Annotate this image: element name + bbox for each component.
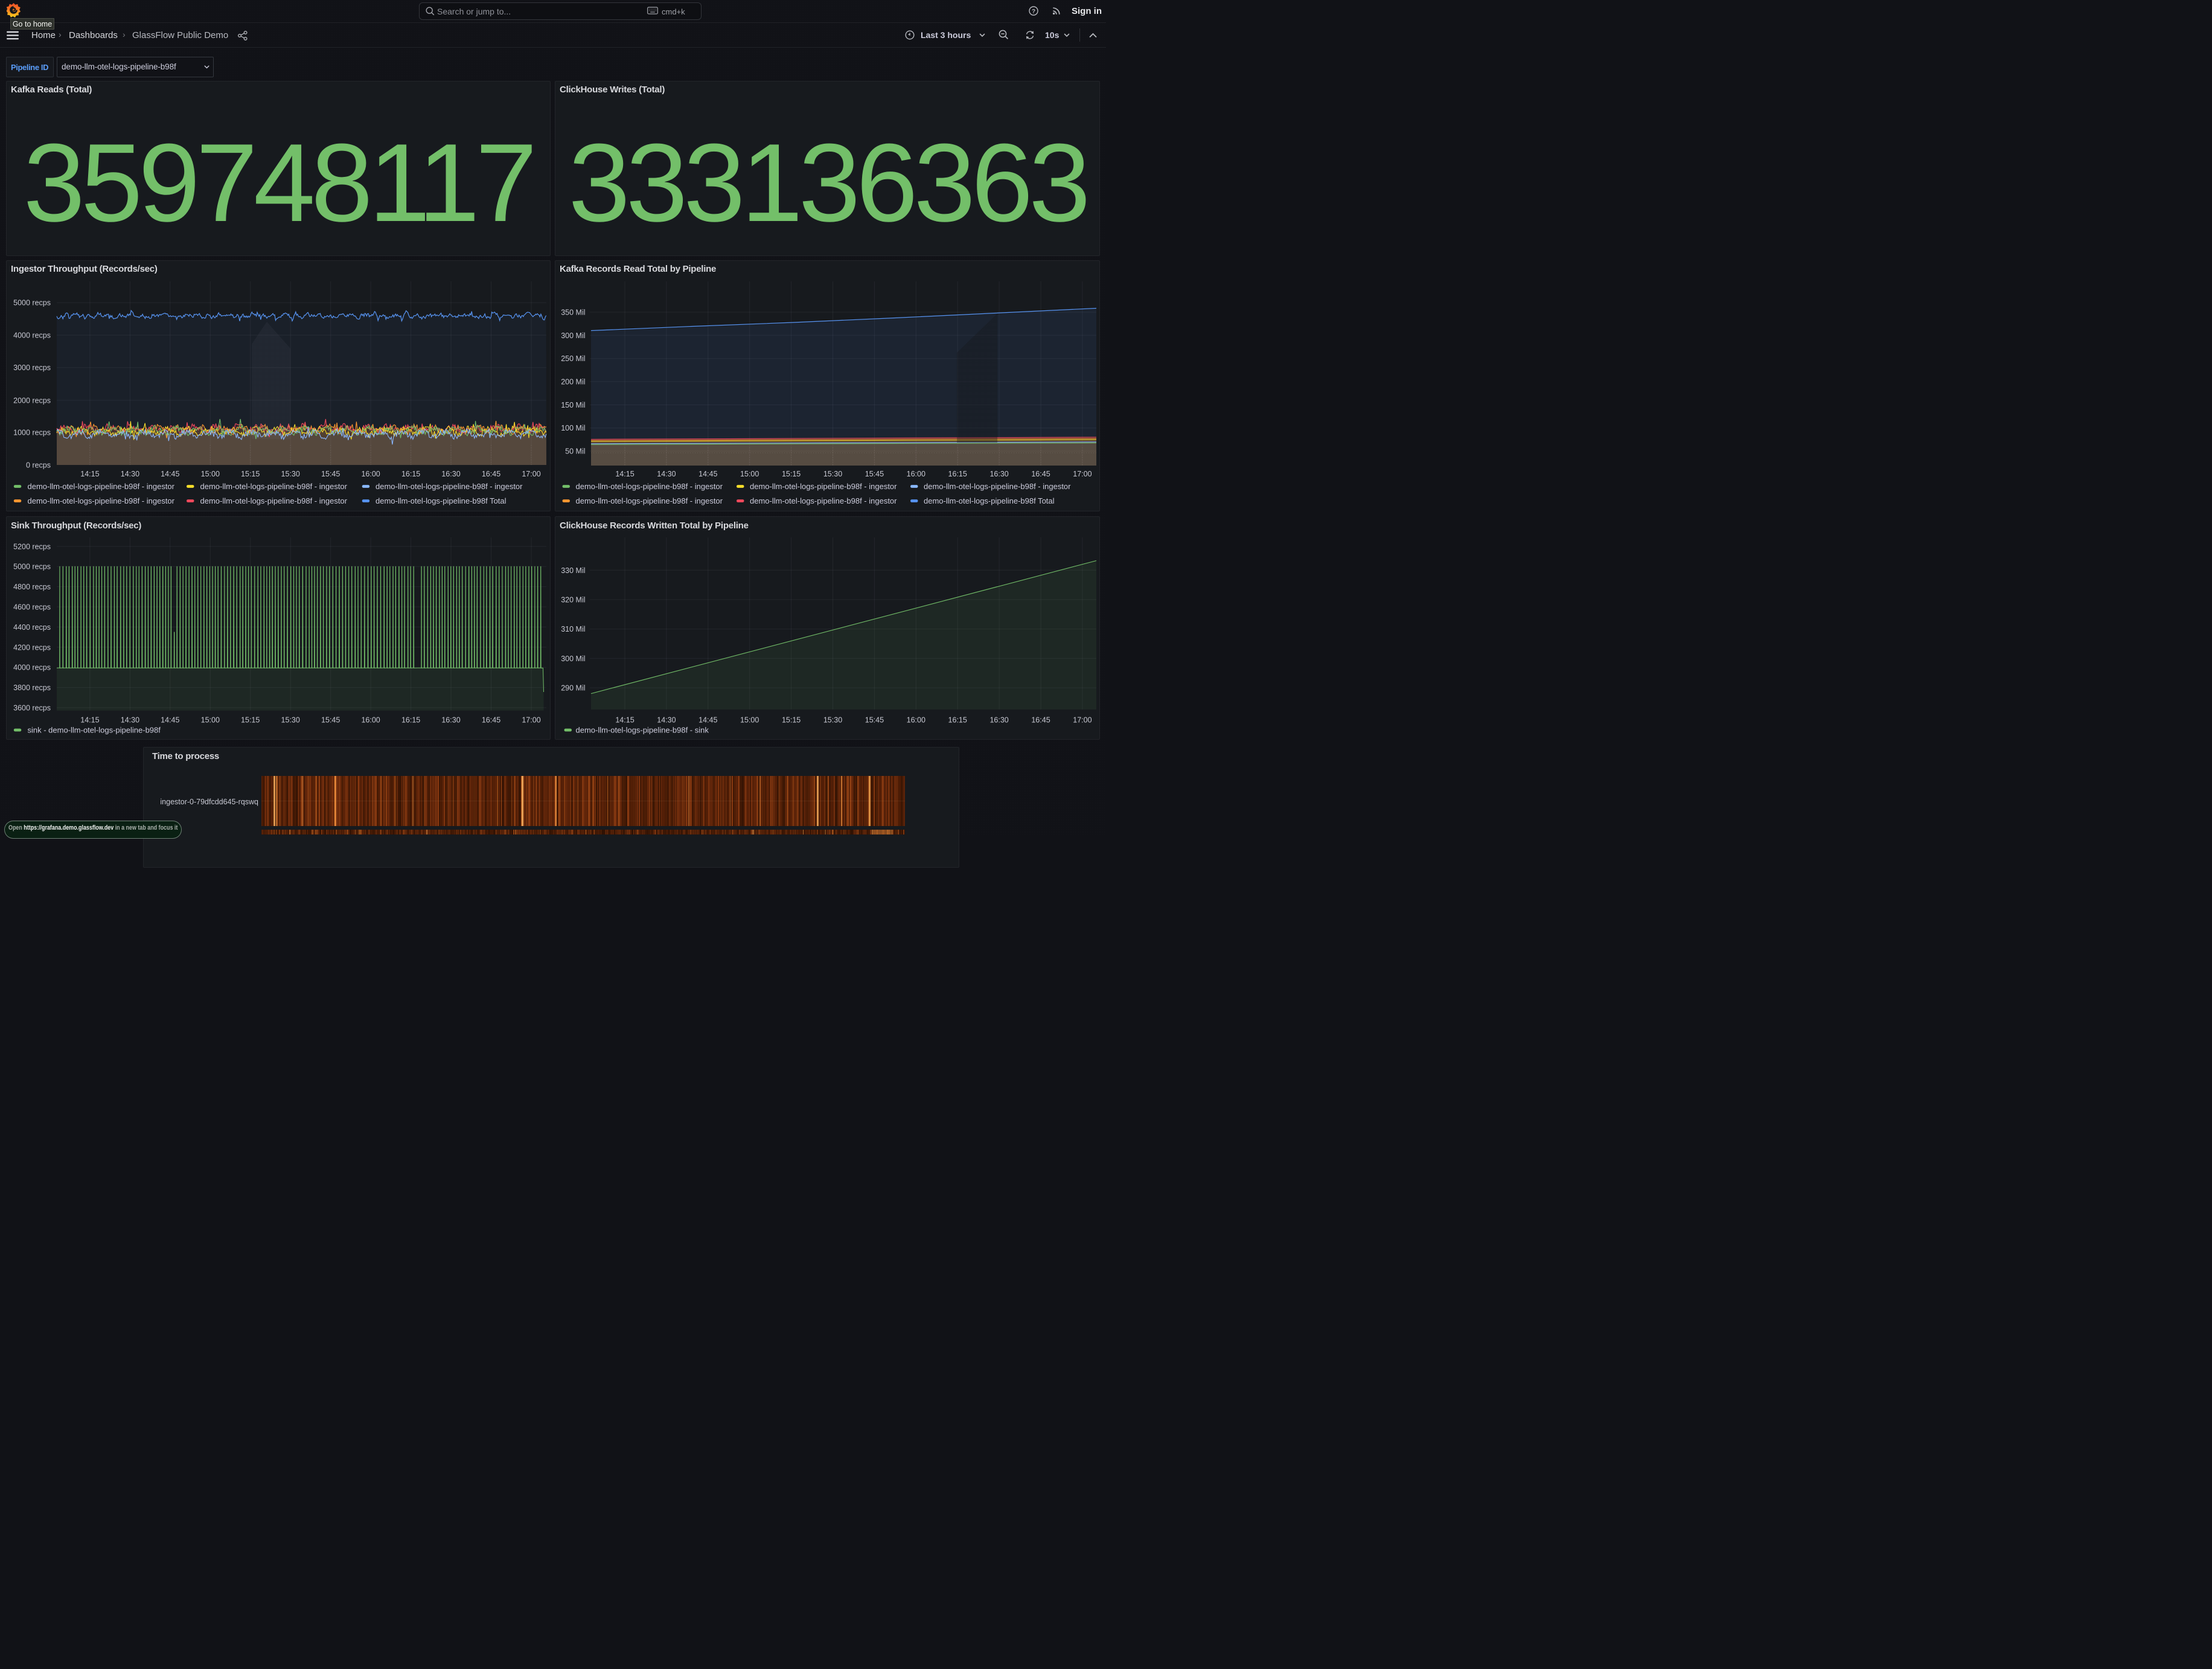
- svg-text:14:15: 14:15: [615, 470, 634, 478]
- svg-text:14:15: 14:15: [615, 716, 634, 725]
- svg-text:16:00: 16:00: [907, 470, 925, 478]
- svg-text:350 Mil: 350 Mil: [561, 309, 585, 317]
- svg-text:300 Mil: 300 Mil: [561, 655, 585, 663]
- svg-text:4600 recps: 4600 recps: [13, 603, 51, 612]
- svg-text:250 Mil: 250 Mil: [561, 354, 585, 363]
- svg-text:15:15: 15:15: [782, 716, 801, 725]
- svg-text:17:00: 17:00: [522, 716, 540, 725]
- svg-text:4800 recps: 4800 recps: [13, 583, 51, 591]
- svg-text:16:00: 16:00: [907, 716, 925, 725]
- svg-text:1000 recps: 1000 recps: [13, 429, 51, 437]
- svg-text:14:45: 14:45: [698, 470, 717, 478]
- svg-text:4000 recps: 4000 recps: [13, 664, 51, 672]
- svg-text:3000 recps: 3000 recps: [13, 364, 51, 372]
- svg-text:15:30: 15:30: [281, 716, 300, 725]
- svg-text:15:15: 15:15: [782, 470, 801, 478]
- svg-text:15:30: 15:30: [823, 716, 842, 725]
- svg-text:16:15: 16:15: [948, 716, 967, 725]
- svg-text:310 Mil: 310 Mil: [561, 625, 585, 633]
- svg-text:15:00: 15:00: [201, 716, 220, 725]
- svg-text:demo-llm-otel-logs-pipeline-b9: demo-llm-otel-logs-pipeline-b98f - sink: [576, 726, 709, 735]
- svg-text:demo-llm-otel-logs-pipeline-b9: demo-llm-otel-logs-pipeline-b98f - inges…: [576, 496, 723, 505]
- svg-text:demo-llm-otel-logs-pipeline-b9: demo-llm-otel-logs-pipeline-b98f - inges…: [376, 482, 523, 491]
- svg-text:15:45: 15:45: [321, 470, 340, 478]
- svg-text:330 Mil: 330 Mil: [561, 566, 585, 575]
- svg-text:14:45: 14:45: [698, 716, 717, 725]
- svg-text:15:45: 15:45: [865, 716, 884, 725]
- svg-text:4400 recps: 4400 recps: [13, 623, 51, 632]
- svg-text:3800 recps: 3800 recps: [13, 684, 51, 692]
- svg-text:16:45: 16:45: [1031, 470, 1050, 478]
- svg-text:demo-llm-otel-logs-pipeline-b9: demo-llm-otel-logs-pipeline-b98f - inges…: [750, 482, 897, 491]
- svg-text:3600 recps: 3600 recps: [13, 704, 51, 713]
- svg-text:14:30: 14:30: [657, 716, 676, 725]
- svg-text:50 Mil: 50 Mil: [565, 447, 585, 456]
- svg-text:14:15: 14:15: [80, 716, 99, 725]
- svg-text:16:15: 16:15: [401, 470, 420, 478]
- svg-text:300 Mil: 300 Mil: [561, 332, 585, 340]
- svg-text:15:30: 15:30: [281, 470, 300, 478]
- svg-text:demo-llm-otel-logs-pipeline-b9: demo-llm-otel-logs-pipeline-b98f - inges…: [200, 496, 348, 505]
- svg-text:0 recps: 0 recps: [26, 461, 51, 470]
- svg-text:15:30: 15:30: [823, 470, 842, 478]
- svg-text:demo-llm-otel-logs-pipeline-b9: demo-llm-otel-logs-pipeline-b98f - inges…: [576, 482, 723, 491]
- svg-text:15:00: 15:00: [201, 470, 220, 478]
- svg-text:15:45: 15:45: [865, 470, 884, 478]
- svg-text:16:30: 16:30: [441, 470, 460, 478]
- svg-text:4200 recps: 4200 recps: [13, 643, 51, 652]
- svg-text:5200 recps: 5200 recps: [13, 542, 51, 551]
- svg-text:16:15: 16:15: [401, 716, 420, 725]
- svg-text:17:00: 17:00: [1073, 470, 1092, 478]
- svg-text:sink - demo-llm-otel-logs-pipe: sink - demo-llm-otel-logs-pipeline-b98f: [28, 726, 161, 735]
- svg-text:14:30: 14:30: [121, 716, 139, 725]
- svg-text:15:45: 15:45: [321, 716, 340, 725]
- svg-text:15:00: 15:00: [740, 716, 759, 725]
- svg-text:5000 recps: 5000 recps: [13, 299, 51, 307]
- svg-text:demo-llm-otel-logs-pipeline-b9: demo-llm-otel-logs-pipeline-b98f - inges…: [750, 496, 897, 505]
- svg-text:16:45: 16:45: [482, 716, 500, 725]
- svg-text:320 Mil: 320 Mil: [561, 596, 585, 604]
- svg-text:demo-llm-otel-logs-pipeline-b9: demo-llm-otel-logs-pipeline-b98f - inges…: [28, 482, 175, 491]
- svg-text:2000 recps: 2000 recps: [13, 396, 51, 405]
- svg-text:14:30: 14:30: [121, 470, 139, 478]
- svg-text:16:30: 16:30: [441, 716, 460, 725]
- svg-text:17:00: 17:00: [522, 470, 540, 478]
- svg-text:16:45: 16:45: [482, 470, 500, 478]
- svg-text:150 Mil: 150 Mil: [561, 401, 585, 409]
- svg-text:demo-llm-otel-logs-pipeline-b9: demo-llm-otel-logs-pipeline-b98f Total: [924, 496, 1055, 505]
- svg-text:15:00: 15:00: [740, 470, 759, 478]
- svg-text:14:45: 14:45: [161, 716, 179, 725]
- svg-text:14:15: 14:15: [80, 470, 99, 478]
- svg-text:16:45: 16:45: [1031, 716, 1050, 725]
- svg-text:5000 recps: 5000 recps: [13, 563, 51, 571]
- svg-text:4000 recps: 4000 recps: [13, 332, 51, 340]
- svg-text:16:30: 16:30: [989, 470, 1008, 478]
- svg-text:16:15: 16:15: [948, 470, 967, 478]
- svg-text:16:30: 16:30: [989, 716, 1008, 725]
- svg-text:14:45: 14:45: [161, 470, 179, 478]
- svg-text:200 Mil: 200 Mil: [561, 378, 585, 386]
- svg-text:15:15: 15:15: [241, 716, 260, 725]
- svg-text:demo-llm-otel-logs-pipeline-b9: demo-llm-otel-logs-pipeline-b98f - inges…: [28, 496, 175, 505]
- svg-text:17:00: 17:00: [1073, 716, 1092, 725]
- svg-text:demo-llm-otel-logs-pipeline-b9: demo-llm-otel-logs-pipeline-b98f - inges…: [200, 482, 348, 491]
- svg-text:290 Mil: 290 Mil: [561, 684, 585, 693]
- svg-text:demo-llm-otel-logs-pipeline-b9: demo-llm-otel-logs-pipeline-b98f Total: [376, 496, 507, 505]
- svg-text:demo-llm-otel-logs-pipeline-b9: demo-llm-otel-logs-pipeline-b98f - inges…: [924, 482, 1071, 491]
- svg-text:16:00: 16:00: [361, 716, 380, 725]
- svg-text:14:30: 14:30: [657, 470, 676, 478]
- svg-text:16:00: 16:00: [361, 470, 380, 478]
- svg-text:15:15: 15:15: [241, 470, 260, 478]
- svg-text:100 Mil: 100 Mil: [561, 424, 585, 432]
